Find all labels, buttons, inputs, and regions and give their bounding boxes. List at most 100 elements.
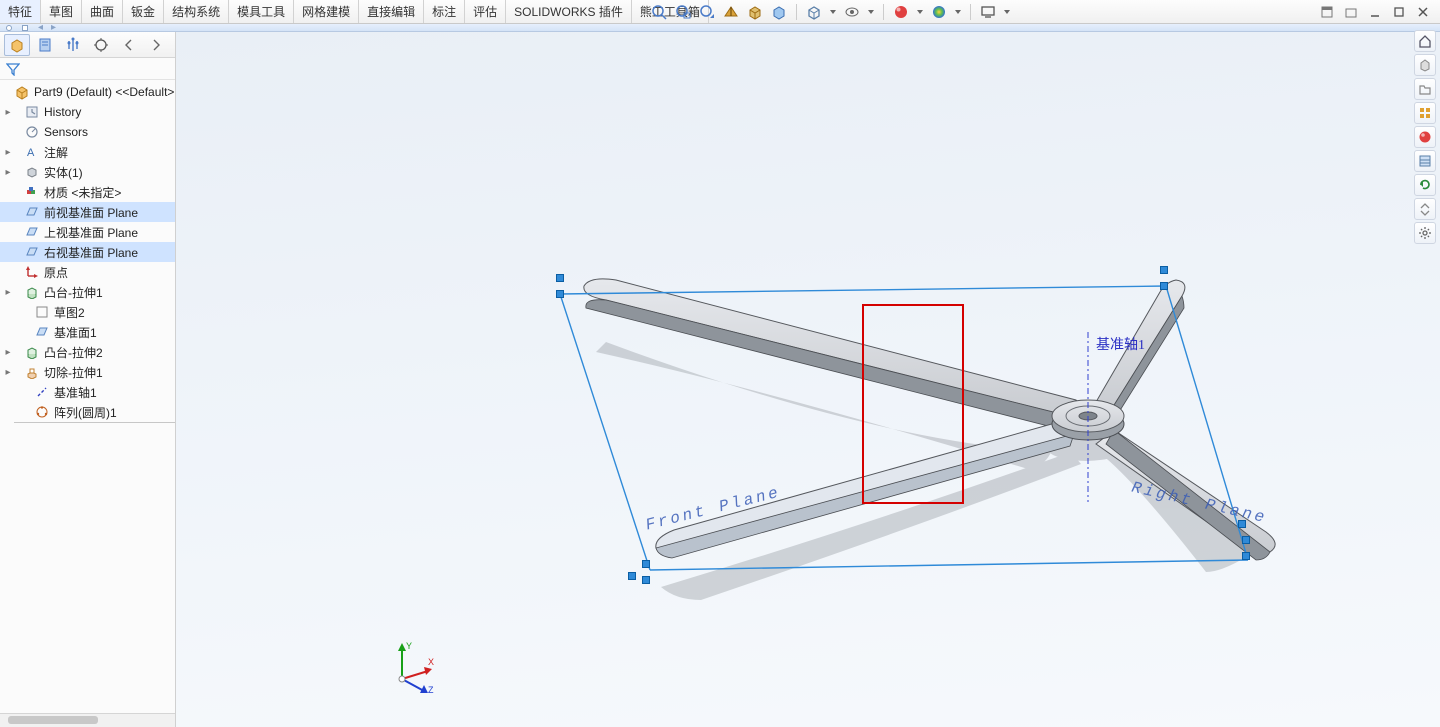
doc-window-2-icon[interactable] [1340, 3, 1362, 21]
tree-item[interactable]: 基准面1 [0, 322, 175, 342]
screen-dd[interactable] [1003, 3, 1011, 21]
sensors-icon [24, 124, 40, 140]
tree-item[interactable]: 上视基准面 Plane [0, 222, 175, 242]
reload-icon[interactable] [1414, 174, 1436, 196]
palette-icon[interactable] [1414, 102, 1436, 124]
tree-item[interactable]: 原点 [0, 262, 175, 282]
tree-item-label: 右视基准面 Plane [44, 244, 138, 261]
dyn-annot-icon[interactable] [770, 3, 788, 21]
tree-item-label: 草图2 [54, 304, 85, 321]
graphics-area[interactable]: 基准轴1 Front Plane Right Plane Y X Z [176, 32, 1440, 727]
show-hide-dd[interactable] [867, 3, 875, 21]
tab-next[interactable] [144, 34, 170, 56]
open-icon[interactable] [1414, 78, 1436, 100]
expand-toggle[interactable]: ▸ [2, 147, 14, 158]
tree-item[interactable]: ▸ 凸台-拉伸1 [0, 282, 175, 302]
tree-item[interactable]: 右视基准面 Plane [0, 242, 175, 262]
plane-handle[interactable] [1160, 282, 1168, 290]
cmd-tab[interactable]: 模具工具 [229, 0, 294, 23]
tab-feature-manager[interactable] [4, 34, 30, 56]
maximize-icon[interactable] [1388, 3, 1410, 21]
tree-item[interactable]: ▸凸台-拉伸2 [0, 342, 175, 362]
expand-toggle[interactable]: ▸ [2, 167, 14, 178]
tree-item[interactable]: ▸History [0, 102, 175, 122]
tree-item[interactable]: ▸ A注解 [0, 142, 175, 162]
cmd-tab[interactable]: 曲面 [82, 0, 123, 23]
plane-handle[interactable] [642, 560, 650, 568]
tree-item-label: 前视基准面 Plane [44, 204, 138, 221]
plane-handle[interactable] [1160, 266, 1168, 274]
plane-handle[interactable] [642, 576, 650, 584]
tree-item[interactable]: Sensors [0, 122, 175, 142]
tree-root-label: Part9 (Default) <<Default> [34, 85, 174, 99]
section-view-icon[interactable] [722, 3, 740, 21]
plane-handle[interactable] [556, 290, 564, 298]
tab-configuration-manager[interactable] [60, 34, 86, 56]
tree-item[interactable]: 阵列(圆周)1 [0, 402, 175, 422]
cmd-tab[interactable]: 草图 [41, 0, 82, 23]
cmd-tab[interactable]: 特征 [0, 0, 41, 23]
tree-item[interactable]: 基准轴1 [0, 382, 175, 402]
tree-item[interactable]: ▸实体(1) [0, 162, 175, 182]
zoom-area-icon[interactable] [674, 3, 692, 21]
settings-gear-icon[interactable] [1414, 222, 1436, 244]
tab-dimxpert-manager[interactable] [88, 34, 114, 56]
plane-handle[interactable] [556, 274, 564, 282]
history-icon [24, 104, 40, 120]
box-icon[interactable] [746, 3, 764, 21]
material-icon [24, 184, 40, 200]
expand-toggle[interactable]: ▸ [2, 107, 14, 118]
minimize-icon[interactable] [1364, 3, 1386, 21]
cmd-tab[interactable]: SOLIDWORKS 插件 [506, 0, 632, 23]
cmd-tab[interactable]: 评估 [465, 0, 506, 23]
cut-extrude-icon [24, 364, 40, 380]
tree-item[interactable]: 材质 <未指定> [0, 182, 175, 202]
tree-filter[interactable] [0, 58, 175, 80]
tree-item-label: 凸台-拉伸1 [44, 284, 103, 301]
custom-props-icon[interactable] [1414, 150, 1436, 172]
tree-root[interactable]: Part9 (Default) <<Default> [0, 82, 175, 102]
tree-hscroll[interactable] [0, 713, 175, 727]
origin-icon [24, 264, 40, 280]
tree-item-label: 注解 [44, 144, 68, 161]
cmd-tab[interactable]: 钣金 [123, 0, 164, 23]
cmd-tab[interactable]: 网格建模 [294, 0, 359, 23]
tab-property-manager[interactable] [32, 34, 58, 56]
expand-toggle[interactable]: ▸ [2, 287, 14, 298]
expand-toggle[interactable]: ▸ [2, 347, 14, 358]
tree-item-label: 原点 [44, 264, 68, 281]
cmd-tab[interactable]: 直接编辑 [359, 0, 424, 23]
axis-label: 基准轴1 [1096, 334, 1145, 354]
screen-icon[interactable] [979, 3, 997, 21]
cmd-tab[interactable]: 标注 [424, 0, 465, 23]
home-icon[interactable] [1414, 30, 1436, 52]
tree-item[interactable]: 前视基准面 Plane [0, 202, 175, 222]
prev-view-icon[interactable] [698, 3, 716, 21]
front-plane-outline[interactable] [176, 32, 1440, 727]
plane-handle[interactable] [628, 572, 636, 580]
tree-item-label: 上视基准面 Plane [44, 224, 138, 241]
plane-handle[interactable] [1242, 536, 1250, 544]
tree-item[interactable]: ▸切除-拉伸1 [0, 362, 175, 382]
expand-icon[interactable] [1414, 198, 1436, 220]
annotation-icon: A [24, 144, 40, 160]
zoom-fit-icon[interactable] [650, 3, 668, 21]
resources-icon[interactable] [1414, 54, 1436, 76]
svg-text:Y: Y [406, 641, 412, 651]
expand-toggle[interactable]: ▸ [2, 367, 14, 378]
appearance-dd[interactable] [916, 3, 924, 21]
view-triad[interactable]: Y X Z [384, 639, 440, 695]
scene-dd[interactable] [954, 3, 962, 21]
appearance-ball-icon[interactable] [1414, 126, 1436, 148]
appearance-icon[interactable] [892, 3, 910, 21]
tree-item[interactable]: 草图2 [0, 302, 175, 322]
view-cube-dd[interactable] [829, 3, 837, 21]
tab-prev[interactable] [116, 34, 142, 56]
doc-window-1-icon[interactable] [1316, 3, 1338, 21]
view-cube-icon[interactable] [805, 3, 823, 21]
scene-icon[interactable] [930, 3, 948, 21]
plane-handle[interactable] [1242, 552, 1250, 560]
show-hide-icon[interactable] [843, 3, 861, 21]
cmd-tab[interactable]: 结构系统 [164, 0, 229, 23]
close-icon[interactable] [1412, 3, 1434, 21]
